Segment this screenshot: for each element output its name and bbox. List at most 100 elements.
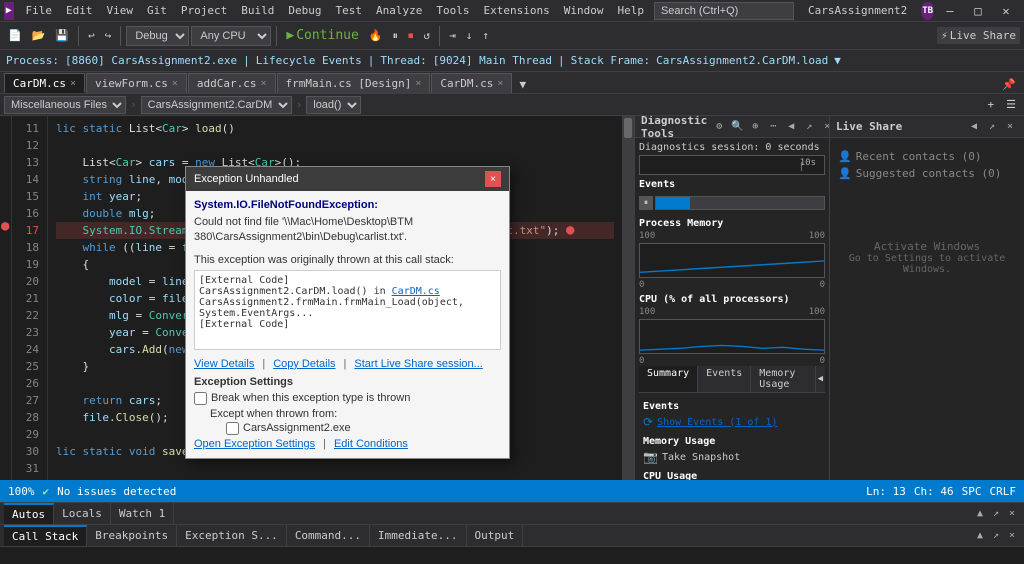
summary-tab-events[interactable]: Events — [698, 366, 751, 392]
vertical-scrollbar[interactable] — [622, 116, 634, 480]
take-snapshot-button[interactable]: 📷 Take Snapshot — [643, 449, 821, 465]
menu-build[interactable]: Build — [235, 2, 280, 19]
stop-button[interactable]: ⏹ — [404, 27, 418, 45]
break-when-checkbox[interactable] — [194, 392, 207, 405]
bottom-left-detach-icon[interactable]: ↗ — [988, 506, 1004, 522]
cardm-link[interactable]: CarDM.cs — [392, 286, 440, 297]
stack-frame-value[interactable]: CarsAssignment2.CarDM.load — [656, 54, 828, 67]
tab-immediate[interactable]: Immediate... — [370, 525, 466, 546]
tab-close-icon[interactable]: × — [415, 78, 421, 89]
bottom-right-detach-icon[interactable]: ↗ — [988, 528, 1004, 544]
diagnostics-settings-icon[interactable]: ⚙ — [711, 119, 727, 135]
undo-button[interactable]: ↩ — [84, 27, 99, 44]
tab-locals[interactable]: Locals — [54, 503, 111, 524]
dialog-close-button[interactable]: × — [485, 171, 501, 187]
summary-tab-memory[interactable]: Memory Usage — [751, 366, 815, 392]
menu-project[interactable]: Project — [175, 2, 233, 19]
menu-test[interactable]: Test — [330, 2, 369, 19]
view-details-link[interactable]: View Details — [194, 358, 254, 370]
bottom-right-collapse-icon[interactable]: ▲ — [972, 528, 988, 544]
menu-git[interactable]: Git — [141, 2, 173, 19]
show-events-label[interactable]: Show Events (1 of 1) — [657, 417, 777, 428]
pause-all-button[interactable]: ⏸ — [389, 27, 403, 45]
tab-close-icon[interactable]: × — [70, 78, 76, 89]
step-over-button[interactable]: ⇥ — [445, 27, 460, 44]
menu-tools[interactable]: Tools — [430, 2, 475, 19]
menu-view[interactable]: View — [101, 2, 140, 19]
tab-pin-button[interactable]: 📌 — [998, 76, 1020, 93]
diagnostics-detach-icon[interactable]: ↗ — [801, 119, 817, 135]
menu-edit[interactable]: Edit — [60, 2, 99, 19]
method-dropdown[interactable]: load() — [306, 96, 361, 114]
open-exception-settings-link[interactable]: Open Exception Settings — [194, 438, 315, 450]
tab-cardm-2[interactable]: CarDM.cs × — [431, 73, 512, 93]
process-memory-chart[interactable] — [639, 243, 825, 278]
tab-command[interactable]: Command... — [287, 525, 370, 546]
edit-conditions-link[interactable]: Edit Conditions — [334, 438, 408, 450]
tab-close-icon[interactable]: × — [261, 78, 267, 89]
process-value[interactable]: [8860] CarsAssignment2.exe — [65, 54, 237, 67]
live-share-detach-icon[interactable]: ↗ — [984, 119, 1000, 135]
namespace-dropdown[interactable]: Miscellaneous Files — [4, 96, 126, 114]
add-tab-button[interactable]: + — [984, 96, 999, 113]
summary-expand-button[interactable]: ◀ — [816, 366, 825, 392]
restart-button[interactable]: ↺ — [420, 27, 435, 44]
live-share-close-icon[interactable]: × — [1002, 119, 1018, 135]
diagnostics-more-icon[interactable]: ⋯ — [765, 119, 781, 135]
diagnostics-collapse-icon[interactable]: ◀ — [783, 119, 799, 135]
copy-details-link[interactable]: Copy Details — [273, 358, 335, 370]
tab-frmmain[interactable]: frmMain.cs [Design] × — [277, 73, 431, 93]
save-button[interactable]: 💾 — [51, 27, 73, 44]
tab-watch1[interactable]: Watch 1 — [111, 503, 174, 524]
continue-button[interactable]: ▶ Continue — [282, 26, 362, 45]
hot-reload-button[interactable]: 🔥 — [365, 27, 387, 44]
menu-extensions[interactable]: Extensions — [477, 2, 555, 19]
thread-value[interactable]: [9024] Main Thread — [433, 54, 552, 67]
show-events-link[interactable]: ⟳ Show Events (1 of 1) — [643, 414, 821, 430]
menu-analyze[interactable]: Analyze — [370, 2, 428, 19]
callstack-view[interactable]: [External Code] CarsAssignment2.CarDM.lo… — [194, 270, 501, 350]
tab-overflow-button[interactable]: ▼ — [515, 76, 530, 93]
menu-debug[interactable]: Debug — [282, 2, 327, 19]
except-app-checkbox[interactable] — [226, 422, 239, 435]
tab-output[interactable]: Output — [467, 525, 524, 546]
tab-callstack[interactable]: Call Stack — [4, 525, 87, 546]
stack-frame-dropdown-icon[interactable]: ▼ — [834, 54, 841, 67]
summary-tab-summary[interactable]: Summary — [639, 366, 698, 392]
diagnostics-timeline[interactable]: 10s | — [639, 155, 825, 175]
minimize-button[interactable]: – — [936, 0, 964, 22]
new-file-button[interactable]: 📄 — [4, 27, 26, 44]
class-dropdown[interactable]: CarsAssignment2.CarDM — [141, 96, 292, 114]
menu-help[interactable]: Help — [611, 2, 650, 19]
menu-file[interactable]: File — [20, 2, 59, 19]
diagnostics-zoom-icon[interactable]: ⊕ — [747, 119, 763, 135]
tab-close-icon[interactable]: × — [172, 78, 178, 89]
tab-autos[interactable]: Autos — [4, 503, 54, 524]
tab-viewform[interactable]: viewForm.cs × — [86, 73, 187, 93]
debug-config-dropdown[interactable]: Debug — [126, 26, 189, 46]
tab-exception-settings[interactable]: Exception S... — [177, 525, 287, 546]
take-snapshot-label[interactable]: Take Snapshot — [662, 452, 740, 463]
bottom-left-close-icon[interactable]: × — [1004, 506, 1020, 522]
events-pause-button[interactable]: ⏸ — [639, 196, 653, 210]
live-share-collapse-icon[interactable]: ◀ — [966, 119, 982, 135]
restore-button[interactable]: □ — [964, 0, 992, 22]
step-into-button[interactable]: ↓ — [462, 27, 477, 44]
step-out-button[interactable]: ↑ — [478, 27, 493, 44]
diagnostics-search-icon[interactable]: 🔍 — [729, 119, 745, 135]
bottom-left-collapse-icon[interactable]: ▲ — [972, 506, 988, 522]
menu-window[interactable]: Window — [558, 2, 610, 19]
cpu-config-dropdown[interactable]: Any CPU — [191, 26, 271, 46]
live-share-button[interactable]: ⚡ Live Share — [937, 27, 1020, 44]
tab-breakpoints[interactable]: Breakpoints — [87, 525, 177, 546]
search-input[interactable] — [654, 2, 794, 20]
bottom-right-close-icon[interactable]: × — [1004, 528, 1020, 544]
open-button[interactable]: 📂 — [28, 27, 50, 44]
tab-close-icon[interactable]: × — [497, 78, 503, 89]
start-live-share-link[interactable]: Start Live Share session... — [354, 358, 482, 370]
tab-cardm-1[interactable]: CarDM.cs × — [4, 73, 85, 93]
redo-button[interactable]: ↪ — [101, 27, 116, 44]
tab-addcar[interactable]: addCar.cs × — [188, 73, 276, 93]
tab-options-button[interactable]: ☰ — [1002, 96, 1020, 113]
close-button[interactable]: ✕ — [992, 0, 1020, 22]
